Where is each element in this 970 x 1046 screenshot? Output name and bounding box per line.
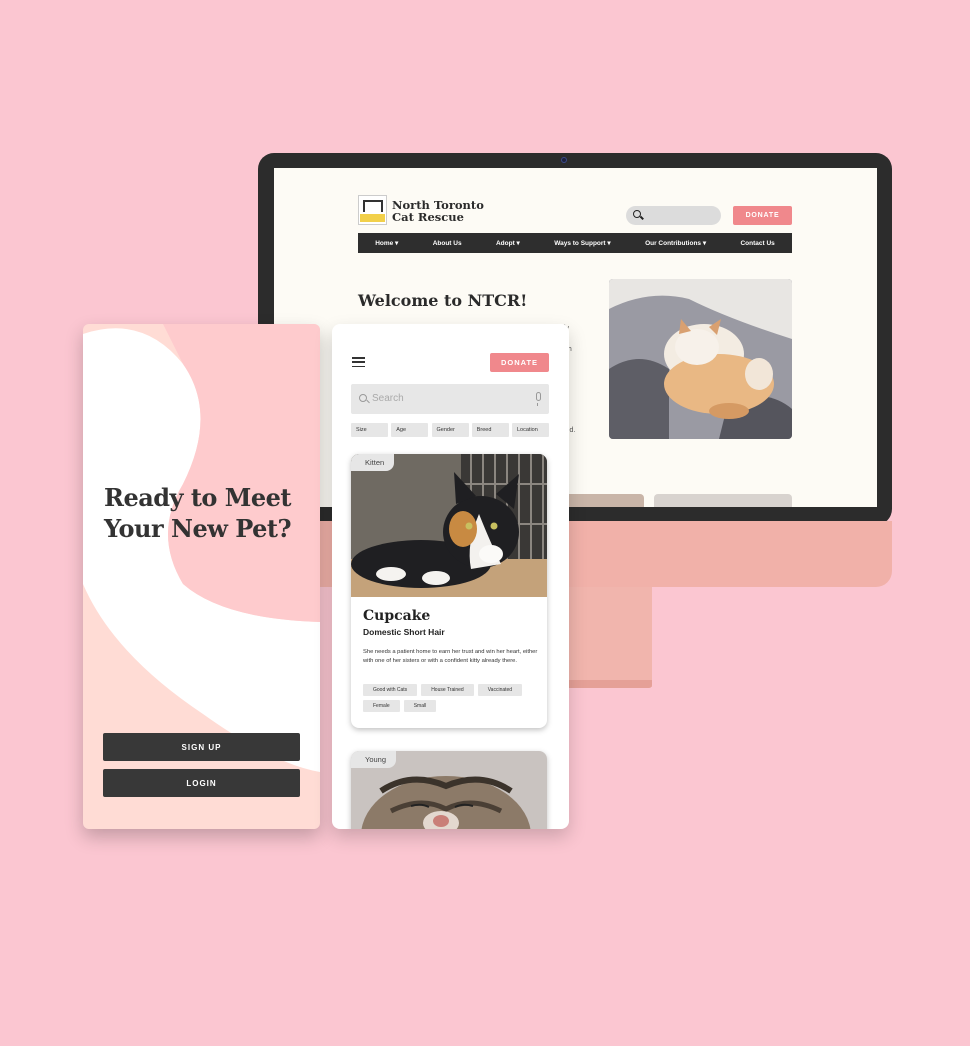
age-tag: Young — [351, 751, 396, 768]
title-line-2: Your New Pet? — [104, 514, 292, 543]
search-icon — [633, 210, 641, 218]
filter-gender[interactable]: Gender — [431, 423, 469, 437]
chip-house-trained: House Trained — [421, 684, 474, 696]
brand-line-2: Cat Rescue — [392, 210, 464, 224]
search-placeholder: Search — [372, 393, 404, 404]
microphone-icon[interactable] — [536, 392, 541, 406]
sleeping-cat-photo — [609, 279, 792, 439]
age-tag: Kitten — [351, 454, 395, 471]
nav-item-contact[interactable]: Contact Us — [740, 240, 774, 247]
pet-breed: Domestic Short Hair — [363, 627, 445, 637]
site-brand-name[interactable]: North Toronto Cat Rescue — [392, 199, 484, 223]
welcome-phone-screen: Ready to Meet Your New Pet? SIGN UP LOGI… — [83, 324, 320, 829]
chip-female: Female — [363, 700, 400, 712]
filter-bar: Size Age Gender Breed Location — [351, 423, 549, 437]
sign-up-button[interactable]: SIGN UP — [103, 733, 300, 761]
pet-card[interactable]: Young — [351, 751, 547, 829]
nav-item-adopt[interactable]: Adopt ▾ — [496, 239, 520, 247]
nav-item-our-contributions[interactable]: Our Contributions ▾ — [645, 239, 706, 247]
site-donate-button[interactable]: DONATE — [733, 206, 792, 225]
donate-button[interactable]: DONATE — [490, 353, 549, 372]
site-logo[interactable] — [358, 195, 387, 225]
nav-item-ways-to-support[interactable]: Ways to Support ▾ — [554, 239, 610, 247]
pet-attribute-chips: Good with Cats House Trained Vaccinated … — [363, 684, 543, 712]
search-input[interactable]: Search — [351, 384, 549, 414]
nav-item-home[interactable]: Home ▾ — [375, 239, 398, 247]
login-button[interactable]: LOGIN — [103, 769, 300, 797]
site-nav-bar: Home ▾ About Us Adopt ▾ Ways to Support … — [358, 233, 792, 253]
chip-vaccinated: Vaccinated — [477, 684, 523, 696]
pet-name: Cupcake — [363, 608, 431, 624]
camera-icon — [561, 157, 567, 163]
title-line-1: Ready to Meet — [104, 483, 292, 512]
welcome-heading: Welcome to NTCR! — [358, 291, 528, 310]
filter-age[interactable]: Age — [391, 423, 429, 437]
hamburger-menu-icon[interactable] — [352, 357, 365, 368]
welcome-title: Ready to Meet Your New Pet? — [104, 482, 314, 544]
site-search-input[interactable] — [626, 206, 721, 225]
pet-card[interactable]: Kitten Cupcake Domestic Short Hair She n… — [351, 454, 547, 728]
nav-item-about[interactable]: About Us — [433, 240, 462, 247]
listing-phone-screen: DONATE Search Size Age Gender Breed Loca… — [332, 324, 569, 829]
pet-photo — [351, 454, 547, 597]
filter-location[interactable]: Location — [512, 423, 549, 437]
logo-house-icon — [363, 200, 383, 212]
search-icon — [359, 394, 367, 402]
filter-size[interactable]: Size — [351, 423, 388, 437]
logo-banner — [360, 214, 385, 222]
gallery-thumbnail[interactable] — [654, 494, 792, 507]
filter-breed[interactable]: Breed — [471, 423, 509, 437]
chip-good-with-cats: Good with Cats — [363, 684, 418, 696]
pet-description: She needs a patient home to earn her tru… — [363, 649, 538, 664]
chip-small: Small — [403, 700, 437, 712]
